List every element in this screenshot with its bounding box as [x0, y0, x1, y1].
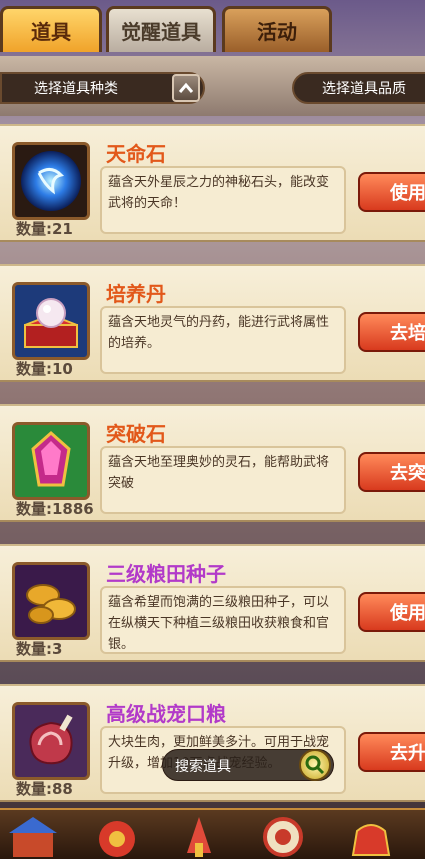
- item-name: 高级战宠口粮: [106, 702, 226, 726]
- item-quantity: 数量:1886: [16, 500, 94, 518]
- item-description: 蕴含天外星辰之力的神秘石头，能改变武将的天命！: [100, 166, 346, 234]
- tab-bar: 道具 觉醒道具 活动: [0, 6, 425, 54]
- search-bar[interactable]: 搜索道具: [162, 749, 334, 781]
- list-item: 数量:10 培养丹 蕴含天地灵气的丹药，能进行武将属性的培养。 去培养: [0, 264, 425, 382]
- item-type-label: 选择道具种类: [34, 81, 118, 97]
- item-quality-select[interactable]: 选择道具品质: [292, 72, 425, 104]
- blue-orb-icon: [12, 142, 90, 220]
- search-icon[interactable]: [299, 749, 331, 781]
- use-button[interactable]: 使用: [358, 592, 425, 632]
- list-item: 数量:1886 突破石 蕴含天地至理奥妙的灵石，能帮助武将突破 去突破: [0, 404, 425, 522]
- item-name: 培养丹: [106, 282, 166, 306]
- list-item: 数量:88 高级战宠口粮 大块生肉，更加鲜美多汁。可用于战宠升级，增加10万点战…: [0, 684, 425, 802]
- search-label: 搜索道具: [175, 759, 231, 775]
- list-item: 数量:21 天命石 蕴含天外星辰之力的神秘石头，能改变武将的天命！ 使用: [0, 124, 425, 242]
- go-train-button[interactable]: 去培养: [358, 312, 425, 352]
- battle-icon[interactable]: [168, 812, 230, 859]
- chevron-up-icon[interactable]: [172, 74, 200, 102]
- meat-icon: [12, 702, 90, 780]
- item-name: 天命石: [106, 142, 166, 166]
- use-button[interactable]: 使用: [358, 172, 425, 212]
- target-icon[interactable]: [252, 812, 314, 859]
- pink-gem-icon: [12, 422, 90, 500]
- filter-bar: 选择道具种类 选择道具品质: [0, 56, 425, 116]
- go-upgrade-button[interactable]: 去升级: [358, 732, 425, 772]
- item-name: 三级粮田种子: [106, 562, 226, 586]
- tab-awaken-items[interactable]: 觉醒道具: [106, 6, 216, 52]
- item-description: 蕴含希望而饱满的三级粮田种子，可以在纵横天下种植三级粮田收获粮食和官银。: [100, 586, 346, 654]
- list-item: 数量:3 三级粮田种子 蕴含希望而饱满的三级粮田种子，可以在纵横天下种植三级粮田…: [0, 544, 425, 662]
- go-breakthrough-button[interactable]: 去突破: [358, 452, 425, 492]
- pearl-chest-icon: [12, 282, 90, 360]
- item-description: 蕴含天地灵气的丹药，能进行武将属性的培养。: [100, 306, 346, 374]
- tab-events[interactable]: 活动: [222, 6, 332, 52]
- tab-items[interactable]: 道具: [0, 6, 102, 52]
- hero-icon[interactable]: [86, 812, 148, 859]
- item-name: 突破石: [106, 422, 166, 446]
- item-quantity: 数量:10: [16, 360, 73, 378]
- bottom-nav: [0, 808, 425, 859]
- item-quantity: 数量:88: [16, 780, 73, 798]
- item-quantity: 数量:3: [16, 640, 63, 658]
- item-quantity: 数量:21: [16, 220, 73, 238]
- seeds-icon: [12, 562, 90, 640]
- item-description: 蕴含天地至理奥妙的灵石，能帮助武将突破: [100, 446, 346, 514]
- bag-icon[interactable]: [340, 812, 402, 859]
- city-icon[interactable]: [2, 812, 64, 859]
- item-quality-label: 选择道具品质: [322, 81, 406, 97]
